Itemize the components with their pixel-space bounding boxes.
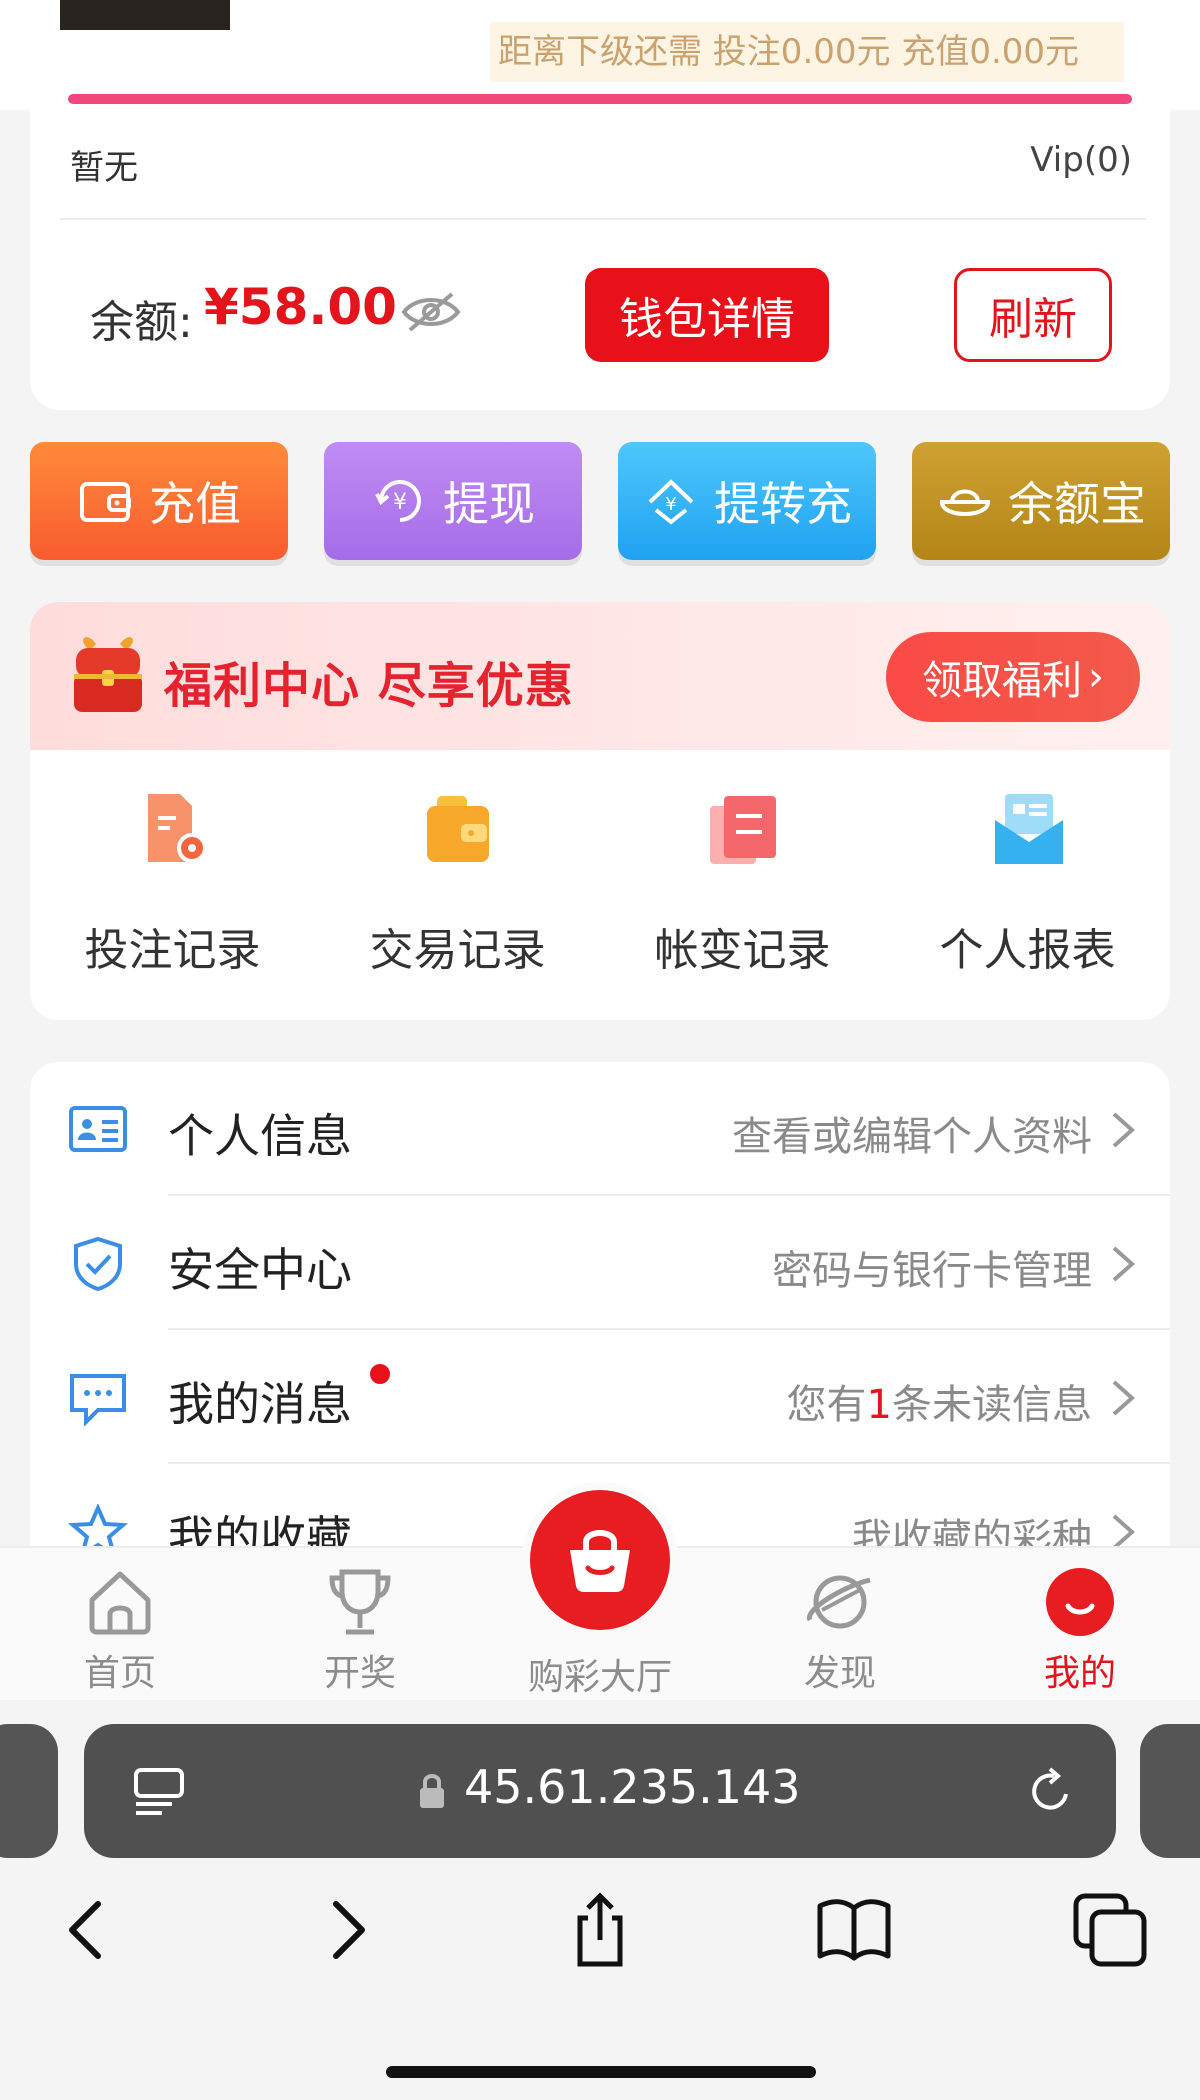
bet-record-label: 投注记录 [84,925,261,976]
claim-welfare-button[interactable]: 领取福利 › [886,632,1140,722]
balance-label: 余额: [90,297,193,348]
shield-icon [74,1236,122,1292]
wallet-icon [80,482,131,522]
account-change-item[interactable]: 帐变记录 [600,750,885,1020]
wallet-detail-button[interactable]: 钱包详情 [585,268,829,362]
browser-toolbar: 45.61.235.143 [0,1700,1200,2100]
list-item-title: 个人信息 [168,1109,352,1163]
tab-lottery-results[interactable]: 开奖 [260,1566,460,1696]
chevron-right-icon [1112,1246,1136,1282]
trade-record-item[interactable]: 交易记录 [315,750,600,1020]
welfare-banner[interactable]: 福利中心 尽享优惠 领取福利 › [30,602,1170,750]
welfare-records-card: 福利中心 尽享优惠 领取福利 › 投注记录 交易记录 帐变记录 个人报表 [30,602,1170,1020]
unread-badge [370,1364,390,1384]
yuebao-label: 余额宝 [1008,477,1146,531]
withdraw-button[interactable]: ¥ 提现 [324,442,582,560]
claim-welfare-label: 领取福利 [922,658,1082,704]
transfer-recharge-button[interactable]: ¥ 提转充 [618,442,876,560]
bookmarks-icon[interactable] [814,1890,894,1970]
lock-icon [420,1774,444,1808]
chevron-right-icon [1112,1380,1136,1416]
transfer-recharge-label: 提转充 [714,477,852,531]
refresh-button[interactable]: 刷新 [954,268,1112,362]
tab-home-label: 首页 [83,1653,156,1694]
report-icon [995,794,1063,864]
personal-report-item[interactable]: 个人报表 [885,750,1170,1020]
personal-report-label: 个人报表 [939,925,1116,976]
list-item-my-messages[interactable]: 我的消息 您有1条未读信息 [30,1330,1170,1464]
back-icon[interactable] [48,1890,128,1970]
quick-actions: 充值 ¥ 提现 ¥ 提转充 余额宝 [30,442,1170,568]
withdraw-label: 提现 [443,477,535,531]
bet-record-item[interactable]: 投注记录 [30,750,315,1020]
list-item-subtitle: 查看或编辑个人资料 [732,1114,1092,1160]
trophy-icon [329,1569,391,1635]
recharge-button[interactable]: 充值 [30,442,288,560]
tab-lottery-results-label: 开奖 [323,1653,396,1694]
vip-header: 距离下级还需 投注0.00元 充值0.00元 [0,0,1200,110]
vip-level-next: Vip(0) [1030,140,1132,180]
chevron-right-icon [1112,1112,1136,1148]
list-item-subtitle: 您有1条未读信息 [787,1372,1092,1430]
transfer-icon: ¥ [648,479,694,525]
home-indicator [386,2066,816,2078]
list-item-security-center[interactable]: 安全中心 密码与银行卡管理 [30,1196,1170,1330]
tab-discover[interactable]: 发现 [740,1566,940,1696]
id-card-icon [69,1106,127,1152]
treasure-chest-icon [74,637,142,712]
reader-view-icon[interactable] [132,1766,186,1818]
user-face-icon [1046,1568,1114,1636]
next-tab-peek[interactable] [1140,1724,1200,1858]
svg-text:¥: ¥ [393,490,407,515]
tab-discover-label: 发现 [803,1653,876,1694]
tab-home[interactable]: 首页 [20,1566,220,1696]
list-item-title: 我的消息 [168,1377,352,1431]
divider [60,218,1146,220]
tab-mine[interactable]: 我的 [980,1566,1180,1696]
eye-hidden-icon[interactable] [400,290,462,334]
trade-record-icon [427,796,489,862]
welfare-title: 福利中心 尽享优惠 [164,658,574,714]
unread-prefix: 您有 [786,1382,867,1428]
list-item-subtitle: 密码与银行卡管理 [772,1248,1092,1294]
ingot-icon [939,489,991,516]
share-icon[interactable] [560,1890,640,1970]
account-change-label: 帐变记录 [654,925,831,976]
vip-progress-bar [68,94,1132,104]
list-item-title: 安全中心 [168,1243,352,1297]
shopping-basket-icon [570,1530,630,1592]
account-card: 暂无 Vip(0) 余额: ¥58.00 钱包详情 刷新 [30,110,1170,410]
svg-text:¥: ¥ [665,494,676,515]
trade-record-label: 交易记录 [369,925,546,976]
list-item-personal-info[interactable]: 个人信息 查看或编辑个人资料 [30,1062,1170,1196]
tab-lottery-hall[interactable] [530,1490,670,1630]
forward-icon[interactable] [306,1890,386,1970]
avatar-thumbnail [60,0,230,30]
vip-next-level-requirement: 距离下级还需 投注0.00元 充值0.00元 [490,22,1124,82]
planet-icon [807,1575,871,1629]
chevron-right-icon: › [1088,654,1104,700]
url-text: 45.61.235.143 [464,1760,801,1814]
tabs-icon[interactable] [1070,1890,1150,1970]
home-icon [89,1571,151,1635]
tab-mine-label: 我的 [1043,1653,1116,1694]
recharge-label: 充值 [149,477,241,531]
withdraw-icon: ¥ [375,480,421,522]
unread-suffix: 条未读信息 [892,1382,1092,1428]
records-grid: 投注记录 交易记录 帐变记录 个人报表 [30,750,1170,1020]
account-change-icon [710,796,776,864]
bottom-tab-bar: 首页 开奖 购彩大厅 发现 我的 [0,1490,1200,1700]
reload-icon[interactable] [1024,1766,1076,1818]
vip-level-current: 暂无 [70,148,138,188]
balance-amount: ¥58.00 [204,278,397,336]
message-icon [70,1374,126,1426]
bet-record-icon [148,794,207,863]
unread-count: 1 [866,1382,892,1428]
previous-tab-peek[interactable] [0,1724,58,1858]
address-bar[interactable]: 45.61.235.143 [84,1724,1116,1858]
yuebao-button[interactable]: 余额宝 [912,442,1170,560]
tab-lottery-hall-label: 购彩大厅 [527,1657,672,1698]
